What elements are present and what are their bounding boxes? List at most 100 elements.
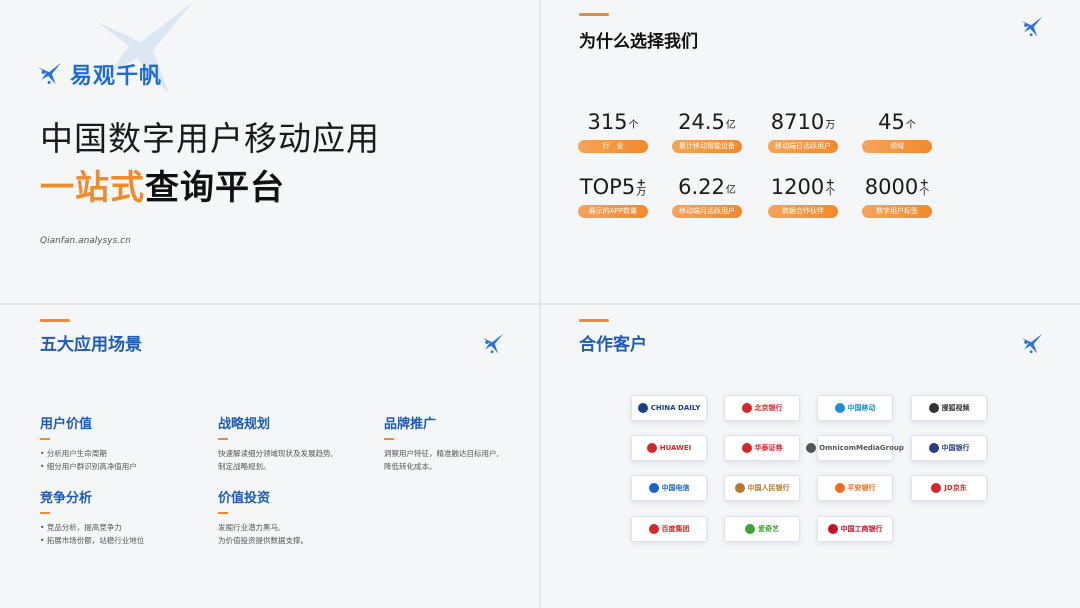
site-url[interactable]: Qianfan.analysys.cn <box>40 236 131 246</box>
stat-unit: 个 <box>628 120 639 131</box>
client-mark-icon <box>834 483 845 493</box>
scenario-line: 制定战略规划。 <box>218 462 271 471</box>
scenario-line: • 细分用户群识别高净值用户 <box>40 462 137 471</box>
stat-value: 45 <box>878 110 905 134</box>
scenario-accent-bar <box>40 438 50 440</box>
stat-item: 6.22 亿移动端月活跃用户 <box>667 170 747 218</box>
scenario-title: 竞争分析 <box>40 491 93 506</box>
stat-item: 8710 万移动端日活跃用户 <box>763 105 843 153</box>
stat-unit: 亿 <box>725 120 736 131</box>
section-title: 为什么选择我们 <box>579 32 698 52</box>
client-logo[interactable]: 爱奇艺 <box>724 516 800 542</box>
stat-value: 6.22 <box>678 175 725 199</box>
stat-unit-group: + 个 <box>825 177 835 198</box>
client-logo[interactable]: JD京东 <box>911 475 987 501</box>
client-name: HUAWEI <box>659 444 692 452</box>
scenario-line: • 拓展市场份额，站稳行业地位 <box>40 536 145 545</box>
client-name: 华泰证券 <box>754 444 783 452</box>
client-logo[interactable]: 中国工商银行 <box>817 516 893 542</box>
client-logo[interactable]: 华泰证券 <box>724 435 800 461</box>
client-mark-icon <box>827 524 838 534</box>
client-logo[interactable]: 中国银行 <box>911 435 987 461</box>
scenario-block: 竞争分析 • 竞品分析，提高竞争力 • 拓展市场份额，站稳行业地位 <box>40 487 144 547</box>
client-logo[interactable]: HUAWEI <box>631 435 707 461</box>
stat-label-pill: 领域 <box>862 140 932 153</box>
stat-label-pill: 移动端日活跃用户 <box>768 140 838 153</box>
stat-item: 45 个领域 <box>857 105 937 153</box>
scenario-line: 为价值投资提供数据支撑。 <box>218 536 308 545</box>
stat-figure: 8000 + 个 <box>857 170 937 198</box>
client-name: 百度集团 <box>661 525 690 533</box>
client-mark-icon <box>834 403 845 413</box>
scenario-accent-bar <box>384 438 394 440</box>
section-accent-bar <box>579 319 609 322</box>
headline-line1: 中国数字用户移动应用 <box>40 119 380 158</box>
stat-item: 315 个行 业 <box>573 105 653 153</box>
headline-line2: 一站式查询平台 <box>40 160 285 209</box>
client-logo[interactable]: 平安银行 <box>817 475 893 501</box>
scenario-title: 品牌推广 <box>384 417 437 432</box>
client-mark-icon <box>741 443 752 453</box>
stat-figure: 8710 万 <box>763 105 843 133</box>
scenario-title: 战略规划 <box>218 417 271 432</box>
headline-rest: 查询平台 <box>145 168 285 208</box>
client-mark-icon <box>646 443 657 453</box>
client-logo[interactable]: 搜狐视频 <box>911 395 987 421</box>
stat-value: 315 <box>587 110 628 134</box>
client-logo[interactable]: OmnicomMediaGroup <box>806 435 904 461</box>
section-title: 合作客户 <box>579 335 647 355</box>
stat-label-pill: 行 业 <box>578 140 648 153</box>
stat-figure: 315 个 <box>573 105 653 133</box>
client-mark-icon <box>648 483 659 493</box>
kite-bird-icon <box>480 331 506 357</box>
watermark-bird-icon <box>97 2 193 94</box>
stat-label-pill: 数据合作伙伴 <box>768 205 838 218</box>
brand-name: 易观千帆 <box>70 64 163 89</box>
kite-bird-icon <box>1019 331 1045 357</box>
kite-bird-icon <box>36 60 64 88</box>
clients-panel: 合作客户 CHINA DAILY 北京银行 中国移动 搜狐视频 HUAWEI 华泰证券 Om… <box>541 305 1080 608</box>
scenario-block: 战略规划 快速解读细分领域现状及发展趋势, 制定战略规划。 <box>218 413 333 473</box>
stat-label-pill: 累计移动智能设备 <box>672 140 742 153</box>
brand: 易观千帆 <box>36 58 162 90</box>
client-logo[interactable]: 中国电信 <box>631 475 707 501</box>
client-name: 中国银行 <box>941 444 970 452</box>
client-name: 爱奇艺 <box>758 525 779 533</box>
client-logo[interactable]: 中国人民银行 <box>724 475 800 501</box>
client-name: OmnicomMediaGroup <box>819 444 904 452</box>
stat-figure: 6.22 亿 <box>667 170 747 198</box>
stat-value: 8710 <box>770 110 825 134</box>
scenario-title: 价值投资 <box>218 491 271 506</box>
scenario-block: 用户价值 • 分析用户生命周期 • 细分用户群识别高净值用户 <box>40 413 137 473</box>
scenario-block: 品牌推广洞察用户特征，精准触达目标用户, 降低转化成本。 <box>384 413 499 473</box>
section-accent-bar <box>40 319 70 322</box>
client-logo[interactable]: 中国移动 <box>817 395 893 421</box>
stat-unit: 个 <box>919 187 930 198</box>
stat-unit: 亿 <box>725 185 736 196</box>
client-mark-icon <box>648 524 659 534</box>
stat-item: 8000 + 个数字用户标签 <box>857 170 937 218</box>
scenario-accent-bar <box>218 512 228 514</box>
client-logo[interactable]: 百度集团 <box>631 516 707 542</box>
client-logo[interactable]: CHINA DAILY <box>631 395 707 421</box>
client-name: 中国工商银行 <box>840 525 883 533</box>
client-mark-icon <box>928 403 939 413</box>
scenario-line: 洞察用户特征，精准触达目标用户, <box>384 449 499 458</box>
client-name: 搜狐视频 <box>941 404 970 412</box>
client-logo[interactable]: 北京银行 <box>724 395 800 421</box>
client-name: JD京东 <box>944 484 967 492</box>
section-title: 五大应用场景 <box>40 335 142 355</box>
stat-label-pill: 移动端月活跃用户 <box>672 205 742 218</box>
client-mark-icon <box>734 483 745 493</box>
stat-figure: TOP5 + 万 <box>573 170 653 198</box>
client-mark-icon <box>806 443 817 453</box>
client-name: 平安银行 <box>847 484 876 492</box>
scenario-line: 降低转化成本。 <box>384 462 437 471</box>
stat-label-pill: 数字用户标签 <box>862 205 932 218</box>
client-name: 中国电信 <box>661 484 690 492</box>
stat-item: 24.5 亿累计移动智能设备 <box>667 105 747 153</box>
stat-figure: 24.5 亿 <box>667 105 747 133</box>
scenario-line: • 分析用户生命周期 <box>40 449 107 458</box>
client-name: 中国移动 <box>847 404 876 412</box>
headline-highlight: 一站式 <box>40 168 145 208</box>
